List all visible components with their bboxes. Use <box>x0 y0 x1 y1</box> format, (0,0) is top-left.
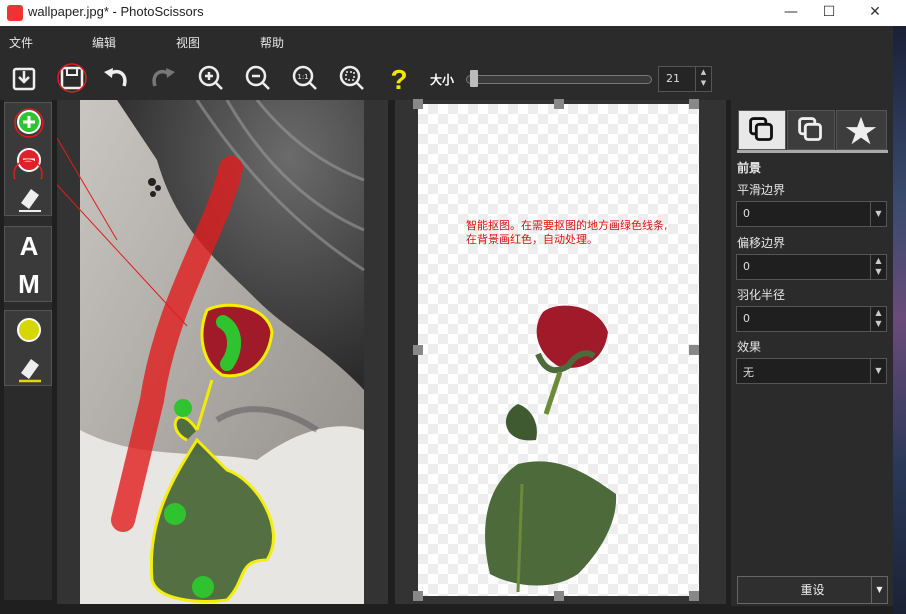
zoom-in-icon <box>198 65 223 90</box>
eraser-tool[interactable] <box>5 179 53 217</box>
crop-handle-bottom-right[interactable] <box>689 591 699 601</box>
reset-label: 重设 <box>800 583 825 597</box>
window-title: wallpaper.jpg* - PhotoScissors <box>28 4 204 19</box>
menu-bar: 文件 编辑 视图 帮助 <box>0 26 906 58</box>
tab-foreground[interactable] <box>738 110 786 150</box>
chevron-down-icon[interactable]: ▼ <box>870 202 886 226</box>
brush-size-spinbox[interactable]: 21 ▲ ▼ <box>658 66 712 92</box>
source-image <box>46 99 365 604</box>
redo-button[interactable] <box>147 62 179 94</box>
zoom-out-button[interactable] <box>242 62 274 94</box>
app-icon <box>7 5 23 21</box>
title-bar: wallpaper.jpg* - PhotoScissors — ☐ ✕ <box>0 0 906 26</box>
crop-handle-top[interactable] <box>554 99 564 109</box>
brush-size-slider-thumb[interactable] <box>470 70 478 87</box>
auto-mode-button[interactable]: A <box>5 227 53 265</box>
plus-marker-icon <box>14 108 44 138</box>
effect-label: 效果 <box>737 340 762 354</box>
menu-edit[interactable]: 编辑 <box>92 34 116 51</box>
open-icon <box>12 67 36 91</box>
zoom-in-button[interactable] <box>195 62 227 94</box>
zoom-out-icon <box>245 65 270 90</box>
color-eraser-tool[interactable] <box>5 349 53 387</box>
feather-label: 羽化半径 <box>737 288 786 302</box>
spin-arrows[interactable]: ▲ ▼ <box>695 67 711 91</box>
source-canvas[interactable] <box>46 99 388 604</box>
tab-background[interactable] <box>787 110 835 150</box>
annotation-note: 智能抠图。在需要抠图的地方画绿色线条, 在背景画红色，自动处理。 <box>466 219 701 247</box>
crop-handle-bottom-left[interactable] <box>413 591 423 601</box>
tab-effects[interactable] <box>836 110 887 150</box>
result-image <box>485 305 617 593</box>
offset-spinbox[interactable]: 0 ▲ ▼ <box>736 254 887 280</box>
tab-underline <box>737 150 888 153</box>
reset-button[interactable]: 重设 ▼ <box>737 576 888 604</box>
undo-icon <box>104 68 127 87</box>
fit-button[interactable] <box>336 62 368 94</box>
brush-size-slider[interactable] <box>466 75 652 84</box>
effect-dropdown[interactable]: 无 ▼ <box>736 358 887 384</box>
open-button[interactable] <box>8 62 40 94</box>
crop-handle-left[interactable] <box>413 345 423 355</box>
chevron-down-icon[interactable]: ▼ <box>870 359 886 383</box>
crop-handle-bottom[interactable] <box>554 591 564 601</box>
foreground-layer-icon <box>749 117 773 141</box>
actual-size-text: 1:1 <box>297 73 308 81</box>
brush-size-label: 大小 <box>430 73 455 87</box>
star-icon <box>845 116 877 145</box>
keep-brush-tool[interactable] <box>5 103 53 141</box>
tool-strip: A M <box>4 100 52 600</box>
maximize-button[interactable]: ☐ <box>806 0 852 26</box>
yellow-dot-icon <box>17 318 41 342</box>
feather-spinbox[interactable]: 0 ▲ ▼ <box>736 306 887 332</box>
menu-view[interactable]: 视图 <box>176 34 200 51</box>
help-text: ? <box>390 64 407 94</box>
help-button[interactable]: ? <box>383 62 415 95</box>
spin-arrows-icon[interactable]: ▲ ▼ <box>870 307 886 331</box>
remove-brush-tool[interactable] <box>5 141 53 189</box>
offset-value: 0 <box>743 260 750 273</box>
redo-icon <box>152 68 175 87</box>
spin-arrows-icon[interactable]: ▲ ▼ <box>870 255 886 279</box>
eraser-icon <box>19 189 41 212</box>
smooth-label: 平滑边界 <box>737 183 786 197</box>
save-icon <box>57 63 87 93</box>
crop-handle-top-left[interactable] <box>413 99 423 109</box>
annotation-line-1: 智能抠图。在需要抠图的地方画绿色线条, <box>466 219 668 232</box>
save-button[interactable] <box>56 62 88 94</box>
mode-group: A M <box>4 226 52 302</box>
menu-help[interactable]: 帮助 <box>260 34 284 51</box>
result-canvas[interactable] <box>413 99 699 601</box>
section-title: 前景 <box>737 161 762 175</box>
background-layer-icon <box>798 117 822 141</box>
crop-handle-right[interactable] <box>689 345 699 355</box>
color-brush-tool[interactable] <box>5 311 53 349</box>
actual-size-icon: 1:1 <box>292 65 317 90</box>
close-button[interactable]: ✕ <box>852 0 898 26</box>
manual-mode-button[interactable]: M <box>5 265 53 303</box>
smooth-dropdown[interactable]: 0 ▼ <box>736 201 887 227</box>
undo-button[interactable] <box>100 62 132 94</box>
actual-size-button[interactable]: 1:1 <box>289 62 321 94</box>
brush-tool-group <box>4 102 52 216</box>
effect-value: 无 <box>743 366 754 379</box>
minus-marker-icon <box>13 148 43 189</box>
crop-handle-top-right[interactable] <box>689 99 699 109</box>
yellow-eraser-icon <box>19 359 41 383</box>
menu-file[interactable]: 文件 <box>9 34 33 51</box>
feather-value: 0 <box>743 312 750 325</box>
annotation-line-2: 在背景画红色，自动处理。 <box>466 233 598 246</box>
brush-size-value: 21 <box>666 72 680 85</box>
offset-label: 偏移边界 <box>737 236 786 250</box>
desktop-background <box>893 26 906 614</box>
chevron-down-icon[interactable]: ▼ <box>871 577 887 603</box>
help-icon: ? <box>390 64 407 95</box>
fit-icon <box>339 65 364 90</box>
color-brush-group <box>4 310 52 386</box>
smooth-value: 0 <box>743 207 750 220</box>
